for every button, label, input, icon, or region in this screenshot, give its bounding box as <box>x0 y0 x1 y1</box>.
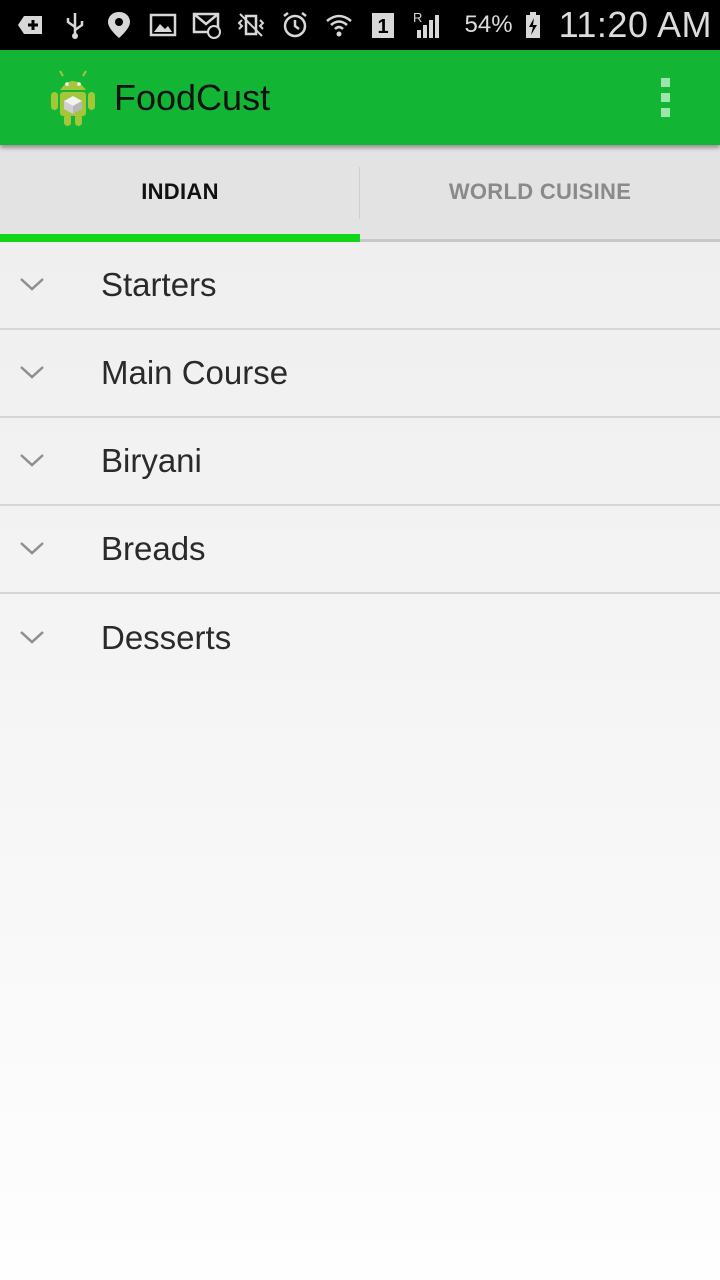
email-icon <box>190 8 224 42</box>
category-label: Desserts <box>101 619 232 656</box>
category-row-biryani[interactable]: Biryani <box>0 418 720 506</box>
category-label: Main Course <box>101 354 289 391</box>
tab-indian[interactable]: INDIAN <box>0 145 360 242</box>
category-row-main-course[interactable]: Main Course <box>0 330 720 418</box>
chevron-down-icon <box>18 539 48 559</box>
action-bar: FoodCust <box>0 50 720 145</box>
signal-icon: R <box>410 8 444 42</box>
category-row-breads[interactable]: Breads <box>0 506 720 594</box>
tab-world-cuisine[interactable]: WORLD CUISINE <box>360 145 720 239</box>
battery-percent: 54% <box>464 11 513 38</box>
clock: 11:20 AM <box>558 4 712 45</box>
category-label: Biryani <box>101 442 202 479</box>
overflow-menu-dot <box>660 108 670 117</box>
category-list: Starters Main Course Biryani Breads Dess… <box>0 242 720 682</box>
overflow-menu-dot <box>660 93 670 102</box>
usb-icon <box>58 8 92 42</box>
chevron-down-icon <box>18 451 48 471</box>
category-label: Starters <box>101 266 217 303</box>
battery-charging-icon <box>519 8 553 42</box>
android-app-icon[interactable] <box>46 68 100 128</box>
chevron-down-icon <box>18 363 48 383</box>
overflow-menu-button[interactable] <box>650 68 680 128</box>
vibrate-icon <box>234 8 268 42</box>
location-icon <box>102 8 136 42</box>
overflow-menu-icon <box>660 78 670 87</box>
tab-bar: INDIAN WORLD CUISINE <box>0 145 720 242</box>
app-title: FoodCust <box>114 76 271 118</box>
sim-icon: 1 <box>366 8 400 42</box>
wifi-icon <box>322 8 356 42</box>
chevron-down-icon <box>18 275 48 295</box>
add-icon <box>14 8 48 42</box>
category-label: Breads <box>101 530 206 567</box>
status-bar: 1 R 54% 11:20 AM <box>0 0 720 50</box>
image-icon <box>146 8 180 42</box>
alarm-icon <box>278 8 312 42</box>
chevron-down-icon <box>18 628 48 648</box>
category-row-desserts[interactable]: Desserts <box>0 594 720 682</box>
roaming-indicator: R <box>413 10 422 25</box>
sim-slot-label: 1 <box>377 16 388 38</box>
category-row-starters[interactable]: Starters <box>0 242 720 330</box>
